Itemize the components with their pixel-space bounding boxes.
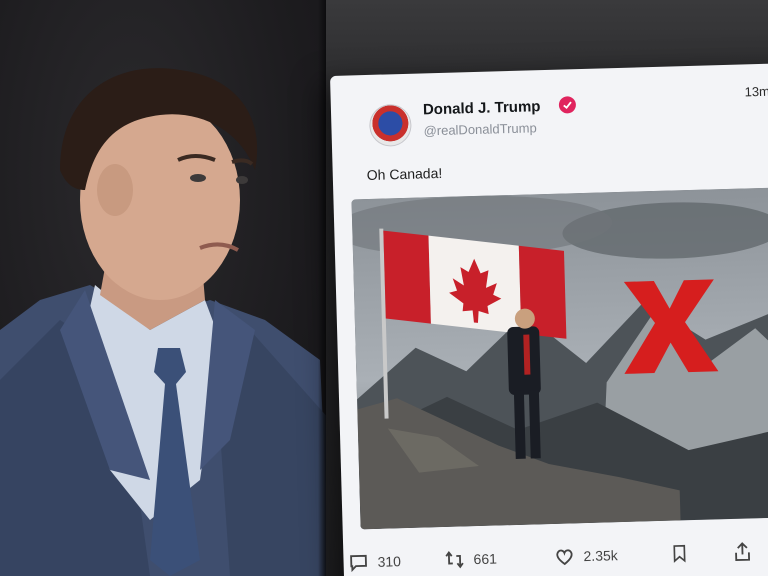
- author-name[interactable]: Donald J. Trump: [423, 98, 541, 118]
- comment-icon: [347, 551, 370, 574]
- repost-action[interactable]: 661: [443, 544, 497, 575]
- post-image-illustration: [351, 187, 768, 530]
- portrait-photo: [0, 0, 330, 576]
- social-post-card: Donald J. Trump @realDonaldTrump 13m Oh …: [330, 62, 768, 576]
- author-handle[interactable]: @realDonaldTrump: [423, 120, 537, 138]
- bookmark-icon: [669, 542, 690, 565]
- post-action-bar: 310 661 2.35k: [347, 535, 768, 576]
- post-timestamp[interactable]: 13m: [744, 84, 768, 100]
- share-action[interactable]: [731, 536, 754, 567]
- portrait-illustration: [0, 68, 330, 576]
- like-action[interactable]: 2.35k: [553, 540, 618, 572]
- author-avatar[interactable]: [368, 103, 412, 147]
- bookmark-action[interactable]: [669, 538, 690, 569]
- post-text: Oh Canada!: [366, 164, 443, 184]
- scene: Donald J. Trump @realDonaldTrump 13m Oh …: [0, 0, 768, 576]
- verified-badge-icon: [558, 96, 577, 114]
- share-icon: [731, 540, 754, 563]
- reply-count: 310: [377, 553, 402, 570]
- repost-count: 661: [473, 550, 498, 568]
- post-image[interactable]: [351, 187, 768, 530]
- heart-icon: [553, 545, 576, 568]
- repost-icon: [443, 548, 466, 571]
- like-count: 2.35k: [583, 547, 618, 565]
- reply-action[interactable]: 310: [347, 546, 401, 576]
